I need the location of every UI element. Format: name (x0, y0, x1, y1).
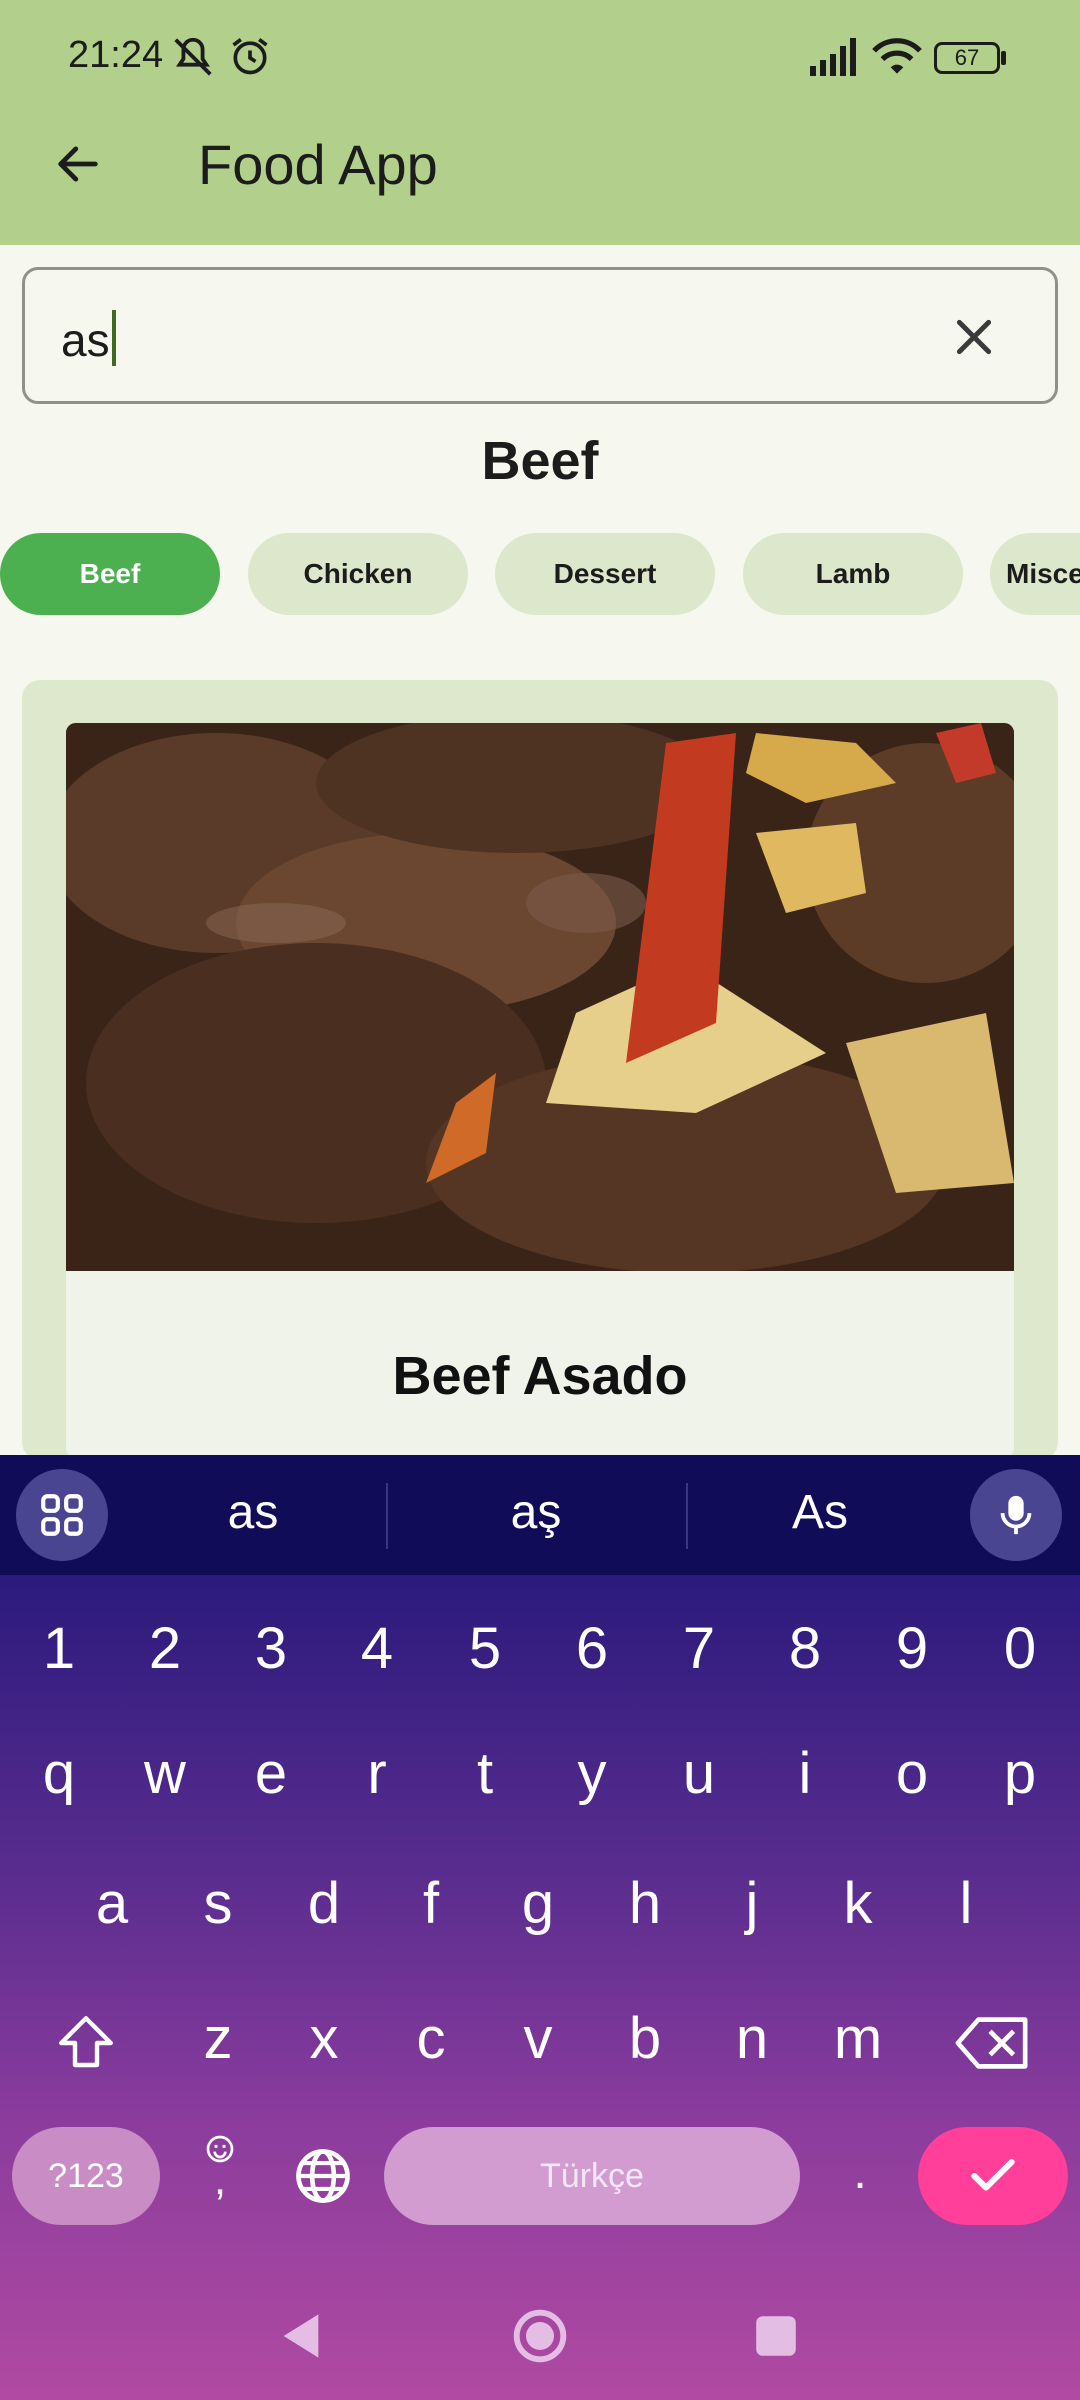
key-u[interactable]: u (649, 1740, 749, 1807)
battery-icon: 67 (934, 42, 1000, 74)
on-screen-keyboard: as aş As 1 2 3 4 5 6 7 8 9 0 q w e r t y… (0, 1455, 1080, 2400)
key-8[interactable]: 8 (755, 1615, 855, 1682)
checkmark-icon (971, 2158, 1015, 2191)
key-1[interactable]: 1 (9, 1615, 109, 1682)
key-g[interactable]: g (488, 1870, 588, 1937)
chip-miscellaneous[interactable]: Misce (990, 533, 1080, 615)
app-title: Food App (198, 133, 438, 196)
key-9[interactable]: 9 (862, 1615, 962, 1682)
key-f[interactable]: f (381, 1870, 481, 1937)
key-a[interactable]: a (62, 1870, 162, 1937)
wifi-icon (872, 38, 922, 74)
language-key[interactable] (292, 2145, 358, 2211)
key-q[interactable]: q (9, 1740, 109, 1807)
close-icon (956, 319, 992, 355)
key-o[interactable]: o (862, 1740, 962, 1807)
key-s[interactable]: s (168, 1870, 268, 1937)
key-x[interactable]: x (274, 2005, 374, 2072)
key-5[interactable]: 5 (435, 1615, 535, 1682)
key-y[interactable]: y (542, 1740, 642, 1807)
back-arrow-icon (58, 146, 98, 182)
key-p[interactable]: p (970, 1740, 1070, 1807)
key-v[interactable]: v (488, 2005, 588, 2072)
status-time: 21:24 (68, 34, 164, 76)
key-3[interactable]: 3 (221, 1615, 321, 1682)
signal-icon (810, 38, 856, 76)
key-n[interactable]: n (702, 2005, 802, 2072)
key-m[interactable]: m (808, 2005, 908, 2072)
key-e[interactable]: e (221, 1740, 321, 1807)
chip-dessert[interactable]: Dessert (495, 533, 715, 615)
alarm-icon (232, 38, 268, 75)
suggestion-bar: as aş As (0, 1455, 1080, 1575)
key-r[interactable]: r (327, 1740, 427, 1807)
space-key[interactable]: Türkçe (384, 2127, 800, 2225)
category-chips: Beef Chicken Dessert Lamb Misce (0, 533, 1080, 617)
category-title: Beef (481, 431, 599, 491)
backspace-icon (955, 2017, 1028, 2069)
key-b[interactable]: b (595, 2005, 695, 2072)
symbols-key[interactable]: ?123 (12, 2127, 160, 2225)
nav-home-icon[interactable] (512, 2308, 568, 2364)
clear-search-button[interactable] (949, 312, 999, 362)
back-button[interactable] (44, 130, 112, 198)
chip-beef[interactable]: Beef (0, 533, 220, 615)
key-7[interactable]: 7 (649, 1615, 749, 1682)
nav-back-icon[interactable] (278, 2310, 324, 2362)
nav-recents-icon[interactable] (754, 2314, 798, 2358)
suggestion-3[interactable]: As (700, 1485, 940, 1540)
app-header: 21:24 67 Food App (0, 0, 1080, 245)
key-h[interactable]: h (595, 1870, 695, 1937)
key-i[interactable]: i (755, 1740, 855, 1807)
grid-icon (41, 1494, 83, 1536)
divider (686, 1483, 688, 1549)
voice-input-button[interactable] (970, 1469, 1062, 1561)
microphone-icon (1000, 1495, 1032, 1535)
backspace-key[interactable] (950, 2003, 1036, 2083)
meal-card[interactable]: Beef Asado (66, 723, 1014, 1458)
key-t[interactable]: t (435, 1740, 535, 1807)
shift-key[interactable] (46, 2003, 126, 2083)
period-key[interactable]: . (810, 2145, 910, 2200)
key-w[interactable]: w (115, 1740, 215, 1807)
text-cursor (111, 310, 116, 366)
meal-image (66, 723, 1014, 1271)
chip-lamb[interactable]: Lamb (743, 533, 963, 615)
suggestion-2[interactable]: aş (416, 1485, 656, 1540)
key-k[interactable]: k (808, 1870, 908, 1937)
status-bar: 21:24 67 (0, 0, 1080, 118)
suggestion-1[interactable]: as (133, 1485, 373, 1540)
meal-name: Beef Asado (392, 1346, 688, 1406)
meal-list: Beef Asado (22, 680, 1058, 1460)
key-z[interactable]: z (168, 2005, 268, 2072)
comma-label: , (213, 2155, 227, 2204)
key-0[interactable]: 0 (970, 1615, 1070, 1682)
keyboard-apps-button[interactable] (16, 1469, 108, 1561)
key-c[interactable]: c (381, 2005, 481, 2072)
battery-level: 67 (954, 45, 980, 70)
key-2[interactable]: 2 (115, 1615, 215, 1682)
key-4[interactable]: 4 (327, 1615, 427, 1682)
search-field[interactable]: as (22, 267, 1058, 404)
shift-icon (59, 2016, 113, 2068)
divider (386, 1483, 388, 1549)
system-navigation-bar (0, 2270, 1080, 2400)
chip-chicken[interactable]: Chicken (248, 533, 468, 615)
key-6[interactable]: 6 (542, 1615, 642, 1682)
enter-key[interactable] (918, 2127, 1068, 2225)
key-l[interactable]: l (916, 1870, 1016, 1937)
globe-icon (296, 2149, 350, 2203)
mute-icon (174, 37, 212, 76)
search-input-value[interactable]: as (61, 314, 110, 366)
key-j[interactable]: j (702, 1870, 802, 1937)
key-d[interactable]: d (274, 1870, 374, 1937)
emoji-comma-key[interactable]: , (190, 2133, 250, 2223)
